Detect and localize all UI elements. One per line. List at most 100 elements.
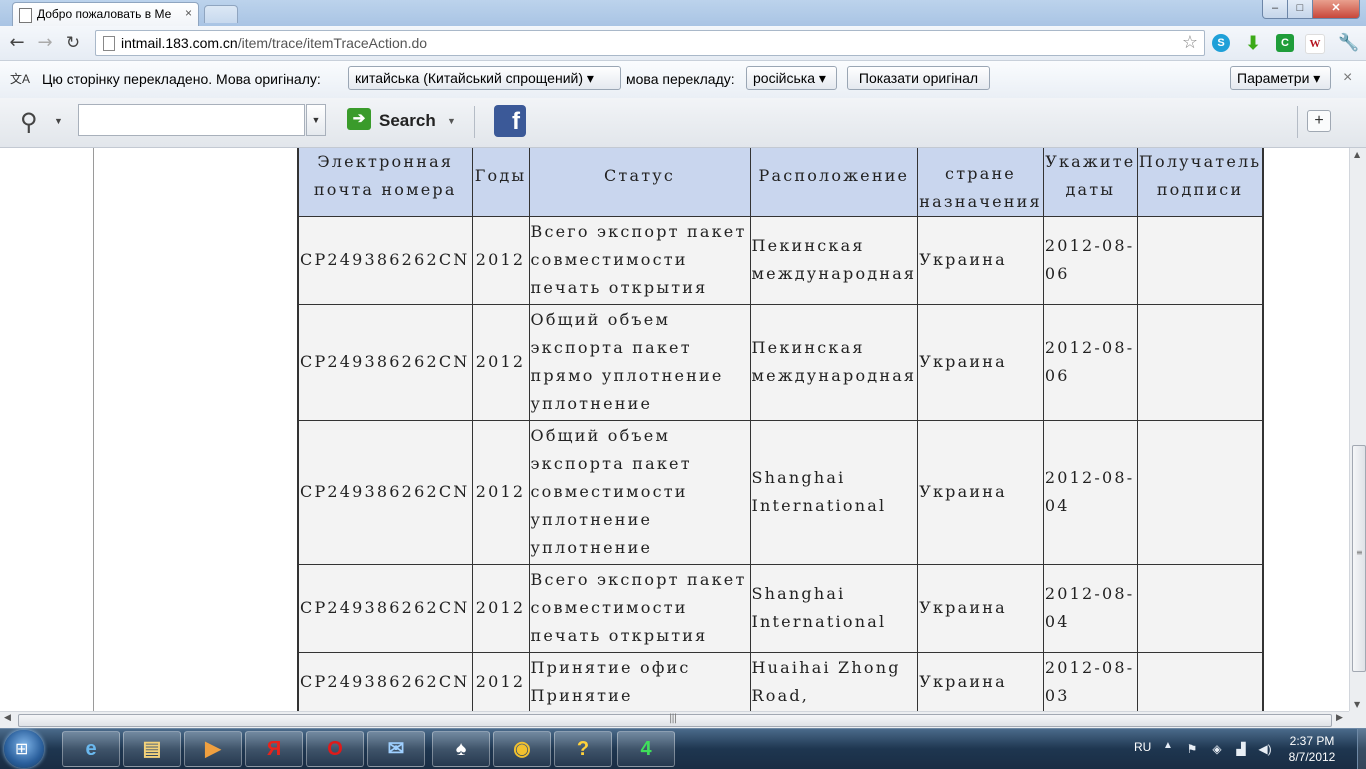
cell-year: 2012 — [471, 419, 530, 565]
vertical-scrollbar[interactable]: ▲ ≡ ▼ — [1349, 148, 1366, 711]
grip-icon: ≡ — [1356, 548, 1363, 557]
taskbar-app-gpu-monitor[interactable]: 4 — [617, 731, 675, 767]
solitaire-icon: ♠ — [455, 738, 467, 760]
scroll-up-arrow-icon[interactable]: ▲ — [1354, 150, 1360, 159]
chrome-icon: ◉ — [513, 738, 531, 760]
taskbar-app-solitaire[interactable]: ♠ — [432, 731, 490, 767]
yandex-icon: Я — [266, 738, 282, 760]
chevron-down-icon[interactable]: ▼ — [447, 116, 456, 126]
show-hidden-icons-icon[interactable]: ▲ — [1163, 740, 1173, 751]
trace-table: Электронная почта номера Годы Статус Рас… — [297, 148, 1265, 711]
taskbar-app-yandex[interactable]: Я — [245, 731, 303, 767]
search-button[interactable]: Search — [379, 111, 436, 131]
magnifier-icon[interactable]: ⚲ — [20, 108, 38, 137]
media-icon: ▶ — [205, 738, 221, 760]
cell-year: 2012 — [471, 563, 530, 653]
cell-date: 2012-08-06 — [1042, 215, 1138, 305]
c-extension-icon[interactable]: C — [1276, 34, 1294, 52]
explorer-icon: ▤ — [142, 738, 162, 760]
source-language-select[interactable]: китайська (Китайський спрощений) ▾ — [348, 66, 621, 90]
url-text[interactable]: intmail.183.com.cn/item/trace/itemTraceA… — [121, 35, 427, 51]
cell-destination: Украина — [917, 419, 1044, 565]
browser-toolbar: ← → ↻ intmail.183.com.cn/item/trace/item… — [0, 26, 1366, 61]
reload-icon[interactable]: ↻ — [62, 32, 84, 54]
horizontal-scroll-thumb[interactable]: ||| — [18, 713, 1332, 727]
header-signature: Получатель подписи — [1136, 148, 1264, 217]
network-icon[interactable]: ▟ — [1234, 742, 1248, 756]
cell-signature — [1136, 419, 1264, 565]
tab-close-icon[interactable]: × — [185, 6, 192, 20]
cell-location: Пекинская международная — [749, 215, 919, 305]
security-icon[interactable]: ◈ — [1210, 742, 1224, 756]
tab-active[interactable]: Добро пожаловать в Ме × — [12, 2, 199, 27]
cell-location: Huaihai Zhong Road, — [749, 651, 919, 711]
vertical-scroll-thumb[interactable]: ≡ — [1352, 445, 1366, 672]
header-year: Годы — [471, 148, 530, 217]
translate-bar: 文A Цю сторінку перекладено. Мова оригіна… — [0, 61, 1366, 99]
skype-extension-icon[interactable]: S — [1212, 34, 1230, 52]
show-original-button[interactable]: Показати оригінал — [847, 66, 990, 90]
cell-location: Shanghai International — [749, 419, 919, 565]
maximize-button[interactable]: □ — [1287, 0, 1313, 19]
taskbar-app-explorer[interactable]: ▤ — [123, 731, 181, 767]
cell-signature — [1136, 215, 1264, 305]
new-tab-button[interactable] — [204, 5, 238, 23]
forward-arrow-icon[interactable]: → — [34, 32, 56, 54]
start-button[interactable]: ⊞ — [4, 730, 44, 768]
cell-date: 2012-08-06 — [1042, 303, 1138, 421]
taskbar-app-help[interactable]: ? — [554, 731, 612, 767]
horizontal-scrollbar[interactable]: ◀ ||| ▶ — [0, 711, 1349, 728]
scroll-right-arrow-icon[interactable]: ▶ — [1336, 713, 1343, 723]
download-extension-icon[interactable]: ⬇ — [1244, 34, 1262, 52]
clock-time[interactable]: 2:37 PM — [1282, 734, 1342, 748]
cell-status: Всего экспорт пакет совместимости печать… — [528, 215, 751, 305]
taskbar-app-chrome[interactable]: ◉ — [493, 731, 551, 767]
cell-signature — [1136, 651, 1264, 711]
table-header-row: Электронная почта номера Годы Статус Рас… — [297, 148, 1264, 217]
close-translate-bar-icon[interactable]: × — [1343, 69, 1352, 87]
flag-icon[interactable]: ⚑ — [1185, 742, 1199, 756]
header-number: Электронная почта номера — [297, 148, 473, 217]
minimize-button[interactable]: – — [1262, 0, 1288, 19]
clock-date[interactable]: 8/7/2012 — [1282, 750, 1342, 764]
table-row: CP249386262CN 2012 Всего экспорт пакет с… — [297, 215, 1264, 305]
taskbar-app-mail[interactable]: ✉ — [367, 731, 425, 767]
taskbar-app-opera[interactable]: O — [306, 731, 364, 767]
taskbar: ⊞ e ▤ ▶ Я O ✉ ♠ ◉? 4 RU ▲ ⚑ ◈ ▟ ◀) 2:37 PM 8/7/2… — [0, 728, 1366, 769]
target-language-select[interactable]: російська ▾ — [746, 66, 837, 90]
taskbar-app-ie[interactable]: e — [62, 731, 120, 767]
close-window-button[interactable]: ✕ — [1312, 0, 1360, 19]
cell-destination: Украина — [917, 651, 1044, 711]
wrench-menu-icon[interactable]: 🔧 — [1338, 34, 1359, 52]
cell-status: Принятие офис Принятие — [528, 651, 751, 711]
settings-button[interactable]: Параметри ▾ — [1230, 66, 1331, 90]
opera-icon: O — [327, 738, 343, 760]
translate-icon: 文A — [9, 72, 30, 86]
gpu-monitor-icon: 4 — [640, 738, 652, 760]
cell-number: CP249386262CN — [297, 419, 473, 565]
page-icon — [19, 8, 32, 23]
search-arrow-icon[interactable]: ➔ — [347, 108, 371, 130]
bookmark-star-icon[interactable]: ☆ — [1182, 32, 1198, 53]
scroll-down-arrow-icon[interactable]: ▼ — [1354, 700, 1360, 709]
add-button[interactable]: + — [1307, 110, 1331, 132]
ie-icon: e — [85, 738, 97, 760]
back-arrow-icon[interactable]: ← — [6, 32, 28, 54]
w-extension-icon[interactable]: W — [1305, 34, 1325, 54]
cell-location: Пекинская международная — [749, 303, 919, 421]
chevron-down-icon[interactable]: ▼ — [54, 116, 63, 126]
language-indicator[interactable]: RU — [1134, 740, 1151, 754]
volume-icon[interactable]: ◀) — [1258, 742, 1272, 756]
table-row: CP249386262CN 2012 Всего экспорт пакет с… — [297, 563, 1264, 653]
show-desktop-button[interactable] — [1357, 729, 1366, 769]
taskbar-app-media[interactable]: ▶ — [184, 731, 242, 767]
scroll-left-arrow-icon[interactable]: ◀ — [4, 713, 11, 723]
windows-logo-icon: ⊞ — [15, 739, 29, 758]
address-bar[interactable]: intmail.183.com.cn/item/trace/itemTraceA… — [95, 30, 1205, 56]
search-history-dropdown[interactable]: ▼ — [306, 104, 326, 136]
facebook-icon[interactable]: f — [494, 105, 526, 137]
table-row: CP249386262CN 2012 Принятие офис Приняти… — [297, 651, 1264, 711]
header-status: Статус — [528, 148, 751, 217]
cell-number: CP249386262CN — [297, 651, 473, 711]
search-input[interactable] — [78, 104, 305, 136]
